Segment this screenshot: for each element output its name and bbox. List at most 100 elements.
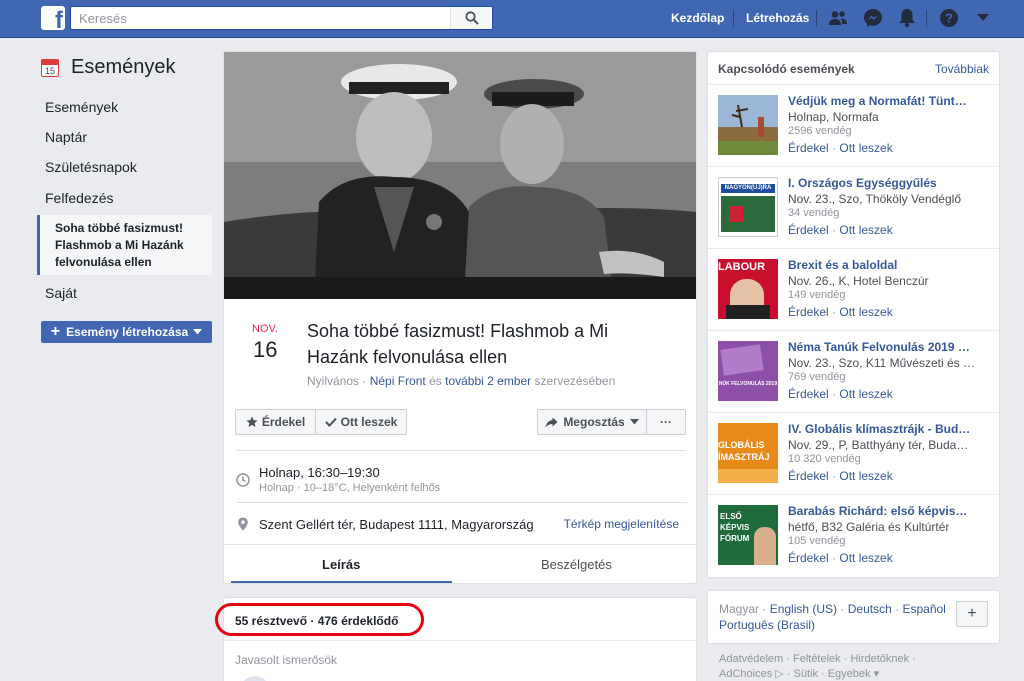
more-languages-button[interactable]: + [956, 601, 988, 627]
interested-link[interactable]: Érdekel [788, 305, 829, 319]
see-more-link[interactable]: Továbbiak [935, 62, 989, 76]
footer-line[interactable]: AdChoices ▷ · Sütik · Egyebek ▾ [719, 667, 989, 681]
event-thumbnail[interactable]: NAGYON(ÚJ)RA [718, 177, 778, 237]
nav-separator [926, 10, 927, 27]
event-thumbnail[interactable]: LABOUR [718, 259, 778, 319]
nav-home-link[interactable]: Kezdőlap [671, 11, 724, 25]
related-event-item[interactable]: LABOUR Brexit és a baloldal Nov. 26., K,… [708, 249, 999, 331]
suggested-friends-label: Javasolt ismerősök [235, 653, 338, 667]
related-event-meta: hétfő, B32 Galéria és Kultúrtér [788, 520, 950, 534]
related-event-meta: Nov. 23., Szo, K11 Művészeti és … [788, 356, 975, 370]
star-icon [246, 416, 258, 427]
sidebar-item-calendar[interactable]: Naptár [45, 129, 87, 145]
related-event-title[interactable]: Védjük meg a Normafát! Tünt… [788, 94, 988, 108]
related-event-title[interactable]: I. Országos Egységgyűlés [788, 176, 988, 190]
interested-link[interactable]: Érdekel [788, 223, 829, 237]
plus-icon: + [50, 323, 61, 340]
related-event-actions: Érdekel · Ott leszek [788, 305, 893, 319]
search-box [70, 6, 493, 30]
related-event-title[interactable]: Néma Tanúk Felvonulás 2019 … [788, 340, 988, 354]
going-link[interactable]: Ott leszek [839, 551, 892, 565]
clock-icon [236, 473, 250, 487]
related-event-item[interactable]: NÚK FELVONULÁS 2019 Néma Tanúk Felvonulá… [708, 331, 999, 413]
related-event-item[interactable]: Védjük meg a Normafát! Tünt… Holnap, Nor… [708, 85, 999, 167]
event-thumbnail[interactable]: NÚK FELVONULÁS 2019 [718, 341, 778, 401]
related-event-actions: Érdekel · Ott leszek [788, 387, 893, 401]
interested-link[interactable]: Érdekel [788, 141, 829, 155]
event-location[interactable]: Szent Gellért tér, Budapest 1111, Magyar… [259, 517, 534, 532]
event-thumbnail[interactable] [718, 95, 778, 155]
related-event-guests: 149 vendég [788, 289, 846, 301]
going-link[interactable]: Ott leszek [839, 469, 892, 483]
related-event-meta: Nov. 23., Szo, Thököly Vendéglő [788, 192, 961, 206]
friends-icon[interactable] [827, 7, 849, 29]
related-event-item[interactable]: GLOBÁLIS ÍMASZTRÁJ IV. Globális klímaszt… [708, 413, 999, 495]
divider [236, 502, 686, 503]
share-button[interactable]: Megosztás [537, 409, 647, 435]
help-icon[interactable]: ? [938, 7, 960, 29]
related-event-actions: Érdekel · Ott leszek [788, 551, 893, 565]
language-link-german[interactable]: Deutsch [848, 602, 892, 616]
top-bar: f Kezdőlap Létrehozás ? [0, 0, 1024, 38]
show-map-link[interactable]: Térkép megjelenítése [564, 517, 679, 531]
event-month: NOV. [252, 323, 278, 335]
language-link-english[interactable]: English (US) [770, 602, 837, 616]
going-link[interactable]: Ott leszek [839, 223, 892, 237]
related-event-meta: Nov. 26., K, Hotel Benczúr [788, 274, 929, 288]
sidebar-item-discover[interactable]: Felfedezés [45, 190, 113, 206]
related-event-meta: Holnap, Normafa [788, 110, 879, 124]
related-event-item[interactable]: NAGYON(ÚJ)RA I. Országos Egységgyűlés No… [708, 167, 999, 249]
checkmark-icon [324, 417, 337, 427]
language-link-portuguese[interactable]: Português (Brasil) [719, 618, 815, 632]
tab-description[interactable]: Leírás [322, 557, 360, 572]
other-organizers-link[interactable]: további 2 ember [445, 374, 531, 388]
language-list: Magyar · English (US) · Deutsch · Españo… [719, 602, 946, 632]
facebook-logo[interactable]: f [41, 6, 65, 30]
interested-link[interactable]: Érdekel [788, 551, 829, 565]
divider [224, 640, 696, 641]
interested-link[interactable]: Érdekel [788, 387, 829, 401]
going-link[interactable]: Ott leszek [839, 387, 892, 401]
related-event-guests: 2596 vendég [788, 125, 852, 137]
more-options-button[interactable]: ··· [646, 409, 686, 435]
related-event-title[interactable]: Brexit és a baloldal [788, 258, 988, 272]
event-thumbnail[interactable]: ELSŐ KÉPVIS FÓRUM [718, 505, 778, 565]
bell-icon[interactable] [896, 7, 918, 29]
organizer-link[interactable]: Népi Front [370, 374, 426, 388]
related-event-item[interactable]: ELSŐ KÉPVIS FÓRUM Barabás Richárd: első … [708, 495, 999, 577]
event-thumbnail[interactable]: GLOBÁLIS ÍMASZTRÁJ [718, 423, 778, 483]
related-event-guests: 769 vendég [788, 371, 846, 383]
related-event-title[interactable]: Barabás Richárd: első képvis… [788, 504, 988, 518]
create-event-button[interactable]: + Esemény létrehozása [41, 321, 212, 343]
caret-down-icon [629, 419, 639, 425]
related-event-title[interactable]: IV. Globális klímasztrájk - Bud… [788, 422, 988, 436]
search-button[interactable] [450, 7, 492, 29]
current-language: Magyar [719, 602, 760, 616]
sidebar-item-birthdays[interactable]: Születésnapok [45, 159, 137, 175]
svg-text:?: ? [945, 11, 953, 26]
interested-button[interactable]: Érdekel [235, 409, 316, 435]
related-event-guests: 34 vendég [788, 207, 840, 219]
event-cover-photo [224, 52, 696, 299]
interested-link[interactable]: Érdekel [788, 469, 829, 483]
event-time: Holnap, 16:30–19:30 [259, 465, 380, 480]
sidebar-item-own[interactable]: Saját [45, 285, 77, 301]
search-input[interactable] [71, 7, 451, 29]
messenger-icon[interactable] [862, 7, 884, 29]
going-link[interactable]: Ott leszek [839, 141, 892, 155]
nav-create-link[interactable]: Létrehozás [746, 11, 809, 25]
related-event-meta: Nov. 29., P, Batthyány tér, Buda… [788, 438, 969, 452]
share-arrow-icon [545, 417, 558, 427]
language-link-spanish[interactable]: Español [902, 602, 945, 616]
caret-down-icon[interactable] [972, 7, 994, 29]
footer-links: Adatvédelem · Feltételek · Hirdetőknek ·… [719, 652, 989, 681]
avatar[interactable] [240, 676, 270, 681]
footer-line[interactable]: Adatvédelem · Feltételek · Hirdetőknek · [719, 652, 989, 667]
going-button[interactable]: Ott leszek [315, 409, 407, 435]
event-title: Soha többé fasizmust! Flashmob a Mi Hazá… [307, 321, 609, 367]
sidebar-item-events[interactable]: Események [45, 99, 118, 115]
sidebar-item-current-event[interactable]: Soha többé fasizmust! Flashmob a Mi Hazá… [37, 215, 212, 275]
tab-discussion[interactable]: Beszélgetés [541, 557, 612, 572]
going-link[interactable]: Ott leszek [839, 305, 892, 319]
search-icon [464, 11, 479, 25]
